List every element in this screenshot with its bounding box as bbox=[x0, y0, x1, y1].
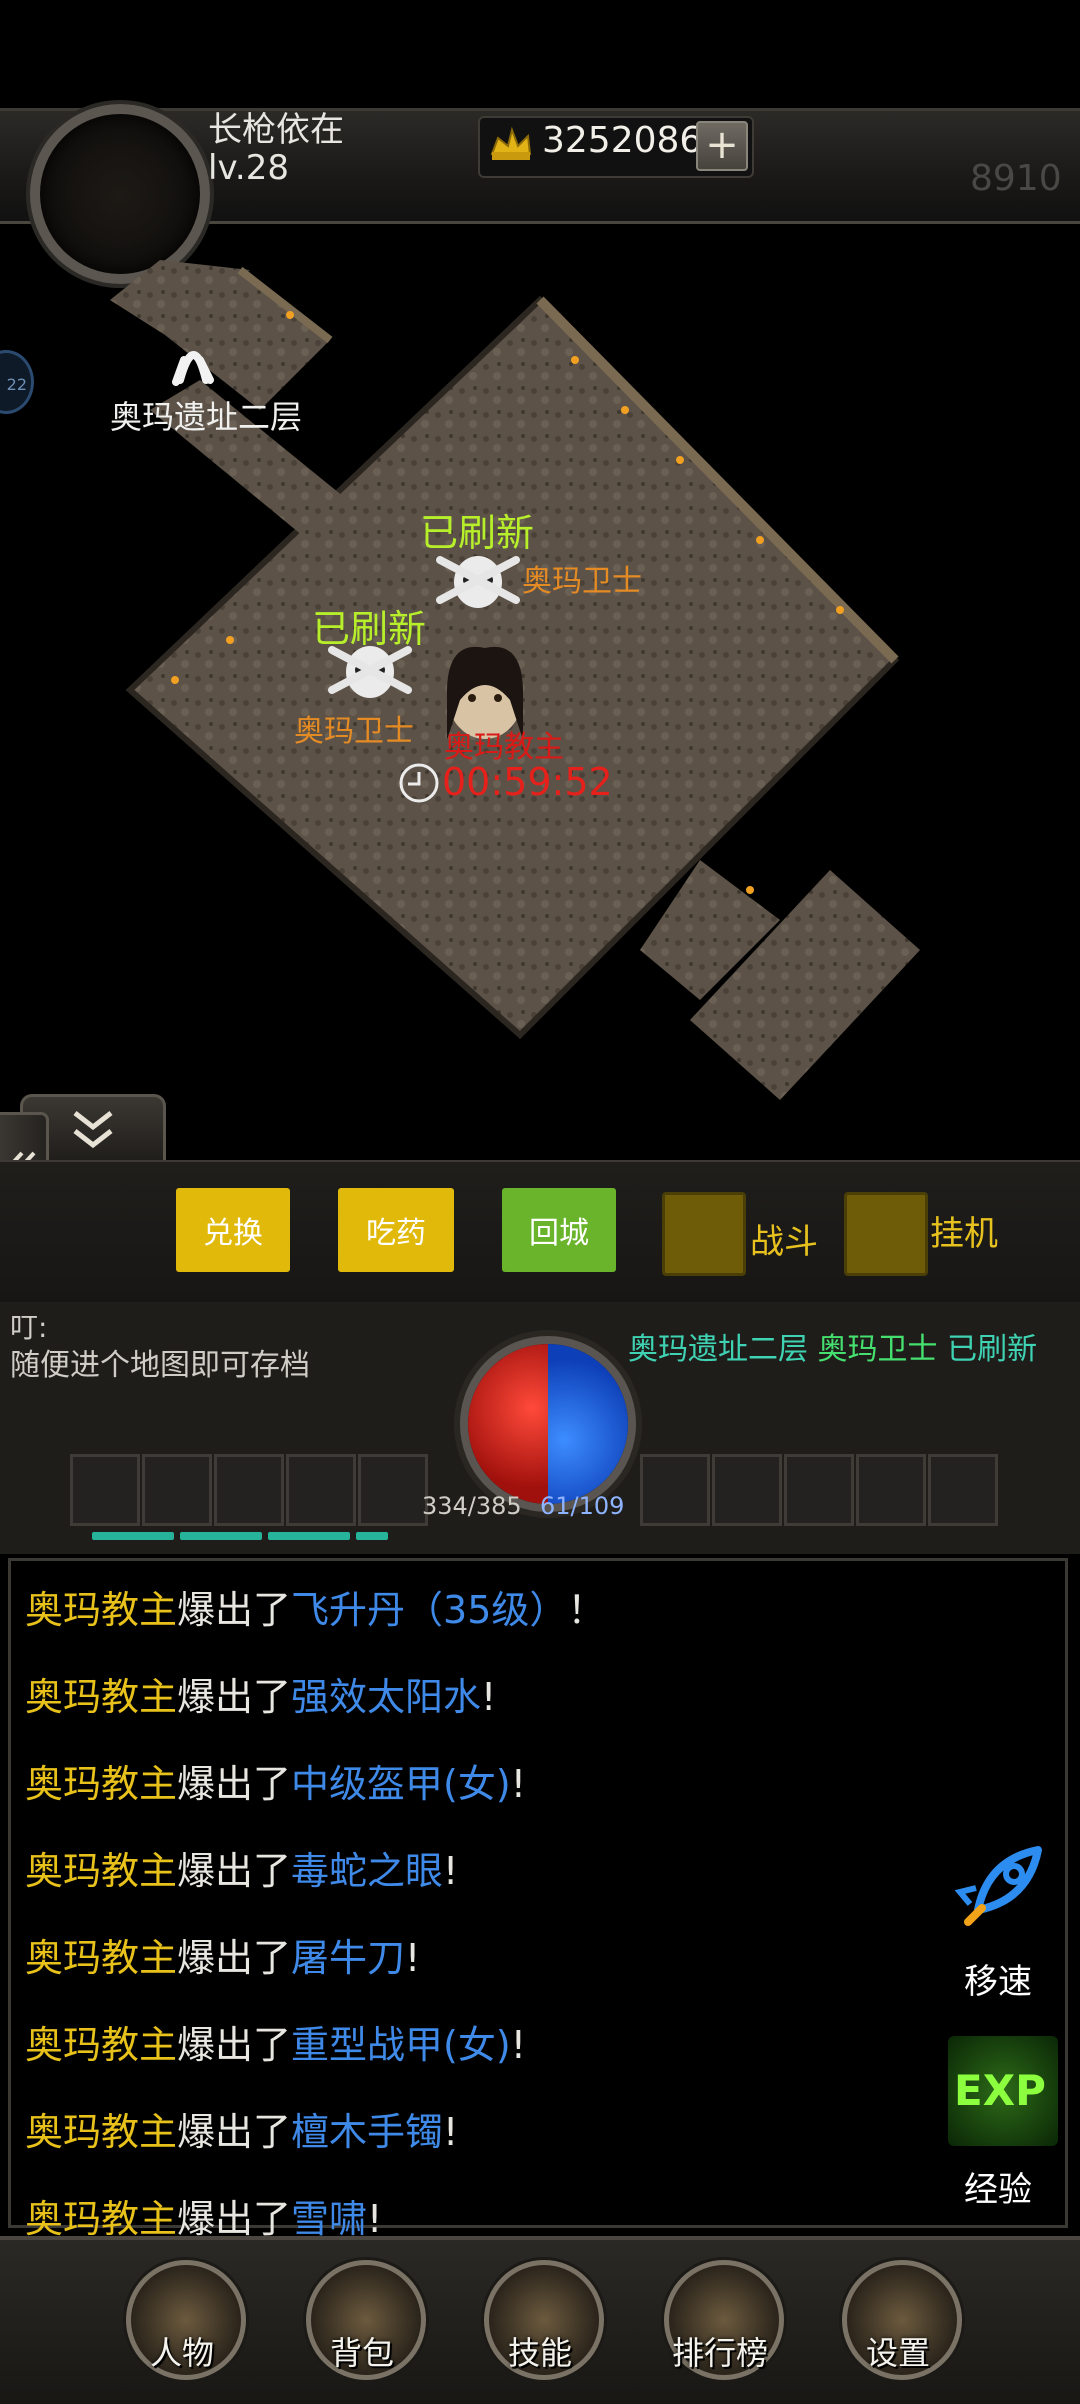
skill-slot[interactable] bbox=[712, 1454, 782, 1526]
player-level: lv.28 bbox=[208, 148, 289, 188]
chevron-down-icon bbox=[73, 1111, 113, 1149]
monster-name: 奥玛卫士 bbox=[294, 714, 414, 749]
chat-end: ! bbox=[405, 1936, 421, 1980]
monster-status: 已刷新 bbox=[312, 607, 427, 651]
boss-respawn-timer: 00:59:52 bbox=[442, 760, 613, 804]
chat-line: 奥玛教主爆出了中级盔甲(女)! bbox=[25, 1753, 526, 1808]
add-gold-button[interactable]: + bbox=[696, 121, 748, 171]
game-map[interactable] bbox=[0, 230, 1080, 1110]
exp-badge-text: EXP bbox=[954, 2066, 1046, 2115]
chat-item[interactable]: 重型战甲(女) bbox=[291, 2023, 511, 2067]
chat-boss: 奥玛教主 bbox=[25, 1675, 178, 1719]
xp-segment bbox=[180, 1532, 262, 1540]
mp-value: 61/109 bbox=[540, 1492, 625, 1520]
skill-slot[interactable] bbox=[640, 1454, 710, 1526]
chat-verb: 爆出了 bbox=[177, 1675, 292, 1719]
exchange-button[interactable]: 兑换 bbox=[176, 1188, 290, 1272]
chat-boss: 奥玛教主 bbox=[25, 2110, 178, 2154]
chat-line: 奥玛教主爆出了飞升丹（35级）！ bbox=[25, 1579, 605, 1634]
chat-end: ! bbox=[443, 2110, 459, 2154]
chat-end: ! bbox=[510, 1762, 526, 1806]
hp-mp-orb bbox=[460, 1336, 636, 1512]
skill-slot[interactable] bbox=[358, 1454, 428, 1526]
drop-log[interactable]: 奥玛教主爆出了飞升丹（35级）！ 奥玛教主爆出了强效太阳水! 奥玛教主爆出了中级… bbox=[8, 1558, 1068, 2241]
rocket-icon[interactable] bbox=[948, 1830, 1058, 1940]
chat-line: 奥玛教主爆出了檀木手镯! bbox=[25, 2101, 458, 2156]
chat-item[interactable]: 中级盔甲(女) bbox=[291, 1762, 511, 1806]
nav-settings-label: 设置 bbox=[865, 2334, 930, 2372]
chat-boss: 奥玛教主 bbox=[25, 1762, 178, 1806]
skill-slot[interactable] bbox=[784, 1454, 854, 1526]
gold-ingot-icon bbox=[490, 126, 532, 160]
skill-slot[interactable] bbox=[928, 1454, 998, 1526]
monster-name: 奥玛卫士 bbox=[522, 564, 642, 599]
xp-segment bbox=[268, 1532, 350, 1540]
chat-item[interactable]: 雪啸 bbox=[291, 2197, 367, 2241]
exp-label: 经验 bbox=[964, 2170, 1032, 2210]
nav-bag-label: 背包 bbox=[329, 2334, 394, 2372]
auto-label: 挂机 bbox=[930, 1214, 998, 1254]
nav-character-label: 人物 bbox=[149, 2334, 214, 2372]
chat-verb: 爆出了 bbox=[177, 2110, 292, 2154]
chat-line: 奥玛教主爆出了重型战甲(女)! bbox=[25, 2014, 526, 2069]
chat-boss: 奥玛教主 bbox=[25, 2023, 178, 2067]
portal-label: 奥玛遗址二层 bbox=[110, 398, 303, 436]
hp-value: 334/385 bbox=[422, 1492, 522, 1520]
skill-slot[interactable] bbox=[142, 1454, 212, 1526]
fight-checkbox[interactable] bbox=[662, 1192, 746, 1276]
power-value: 8910 bbox=[970, 158, 1062, 199]
skill-slot[interactable] bbox=[856, 1454, 926, 1526]
auto-checkbox[interactable] bbox=[844, 1192, 928, 1276]
chat-boss: 奥玛教主 bbox=[25, 2197, 178, 2241]
chat-verb: 爆出了 bbox=[177, 1936, 292, 1980]
chat-item[interactable]: 强效太阳水 bbox=[291, 1675, 481, 1719]
notice-monster: 奥玛卫士 bbox=[817, 1332, 938, 1367]
chat-end: ! bbox=[510, 2023, 526, 2067]
xp-segment bbox=[92, 1532, 174, 1540]
notice-status: 已刷新 bbox=[947, 1332, 1038, 1367]
chat-line: 奥玛教主爆出了强效太阳水! bbox=[25, 1666, 496, 1721]
fight-label: 战斗 bbox=[750, 1222, 818, 1262]
chat-verb: 爆出了 bbox=[177, 1849, 292, 1893]
chat-verb: 爆出了 bbox=[177, 1762, 292, 1806]
chat-verb: 爆出了 bbox=[177, 2197, 292, 2241]
monster-status: 已刷新 bbox=[420, 511, 535, 555]
chat-boss: 奥玛教主 bbox=[25, 1849, 178, 1893]
chat-boss: 奥玛教主 bbox=[25, 1588, 178, 1632]
skill-slot[interactable] bbox=[70, 1454, 140, 1526]
chat-line: 奥玛教主爆出了毒蛇之眼! bbox=[25, 1840, 458, 1895]
xp-segment bbox=[356, 1532, 388, 1540]
chat-end: ! bbox=[367, 2197, 383, 2241]
chat-item[interactable]: 飞升丹（35级） bbox=[291, 1588, 567, 1632]
skill-slot[interactable] bbox=[214, 1454, 284, 1526]
nav-skills-label: 技能 bbox=[507, 2334, 572, 2372]
speed-label: 移速 bbox=[964, 1962, 1032, 2002]
chat-item[interactable]: 屠牛刀 bbox=[291, 1936, 405, 1980]
notice-map: 奥玛遗址二层 bbox=[628, 1332, 808, 1367]
return-city-button[interactable]: 回城 bbox=[502, 1188, 616, 1272]
mp-orb bbox=[548, 1344, 628, 1504]
hp-orb bbox=[468, 1344, 548, 1504]
gold-value: 3252086 bbox=[542, 120, 703, 161]
chat-end: ！ bbox=[567, 1588, 606, 1632]
clock-icon bbox=[399, 763, 439, 803]
chat-verb: 爆出了 bbox=[177, 2023, 292, 2067]
chat-item[interactable]: 毒蛇之眼 bbox=[291, 1849, 443, 1893]
chat-line: 奥玛教主爆出了雪啸! bbox=[25, 2188, 382, 2243]
player-name: 长枪依在 bbox=[208, 110, 344, 150]
map-notice: 奥玛遗址二层 奥玛卫士 已刷新 bbox=[628, 1324, 1037, 1368]
system-message: 随便进个地图即可存档 bbox=[10, 1348, 310, 1383]
chat-end: ! bbox=[443, 1849, 459, 1893]
chat-verb: 爆出了 bbox=[177, 1588, 292, 1632]
chat-item[interactable]: 檀木手镯 bbox=[291, 2110, 443, 2154]
chat-line: 奥玛教主爆出了屠牛刀! bbox=[25, 1927, 420, 1982]
nav-ranking-label: 排行榜 bbox=[671, 2334, 768, 2372]
skill-slot[interactable] bbox=[286, 1454, 356, 1526]
chat-boss: 奥玛教主 bbox=[25, 1936, 178, 1980]
chat-end: ! bbox=[481, 1675, 497, 1719]
potion-button[interactable]: 吃药 bbox=[338, 1188, 454, 1272]
